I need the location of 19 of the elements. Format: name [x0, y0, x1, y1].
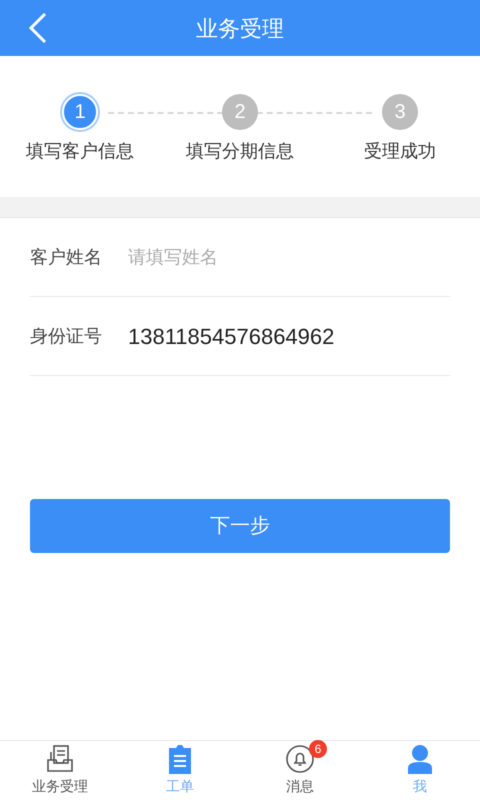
field-label: 客户姓名 — [30, 246, 103, 268]
step-number: 1 — [62, 94, 98, 130]
input-field[interactable]: 13811854576864962 — [128, 320, 450, 352]
step-number: 2 — [222, 94, 258, 130]
person-icon — [407, 744, 433, 774]
page-title: 业务受理 — [196, 14, 284, 42]
nav-tab[interactable]: 6 消息 — [240, 741, 360, 800]
field-label: 身份证号 — [30, 324, 103, 348]
bell-icon — [285, 744, 315, 774]
clipboard-icon — [167, 744, 193, 774]
back-icon[interactable] — [28, 12, 48, 44]
step-label: 填写客户信息 — [26, 140, 134, 163]
nav-tab[interactable]: 业务受理 — [0, 741, 120, 800]
step-label: 受理成功 — [364, 140, 436, 163]
step-number: 3 — [382, 94, 418, 130]
inbox-tray-icon — [45, 744, 75, 774]
step-label: 填写分期信息 — [186, 140, 294, 163]
input-field[interactable]: 请填写姓名 — [128, 244, 450, 270]
notification-badge: 6 — [309, 740, 327, 758]
